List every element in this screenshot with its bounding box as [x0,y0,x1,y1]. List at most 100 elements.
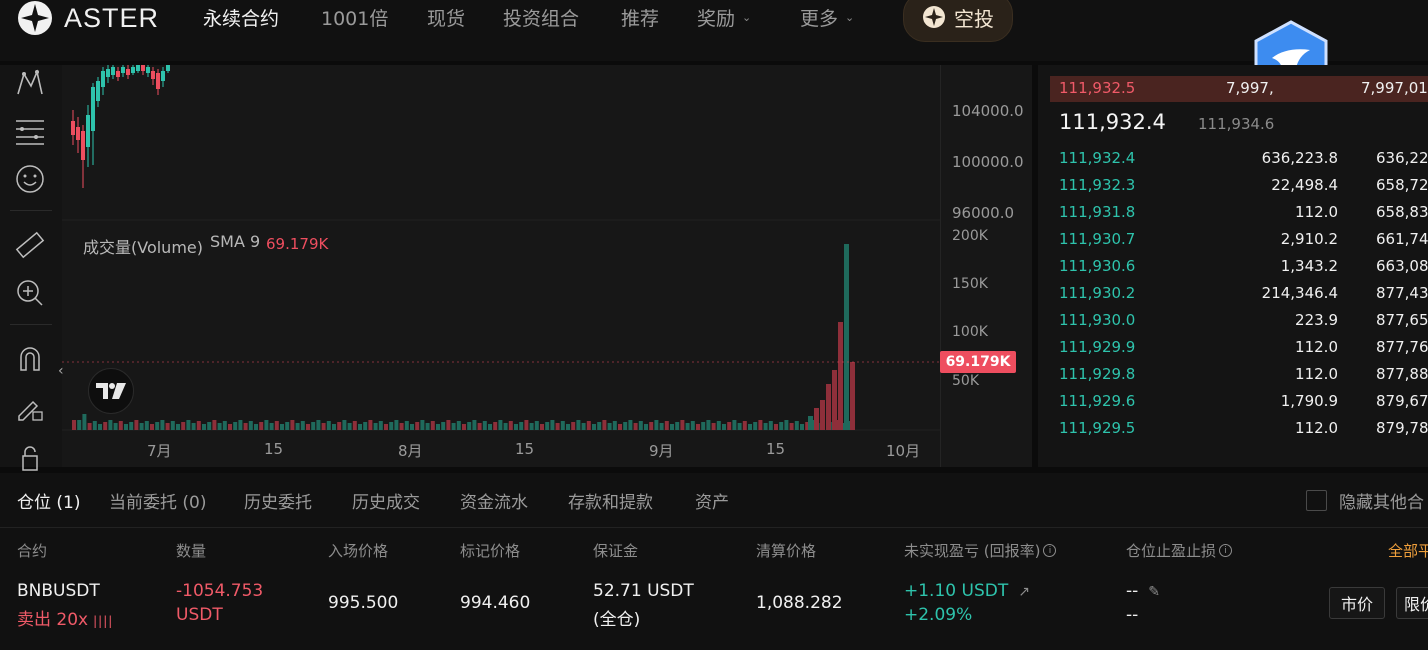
bid-row[interactable]: 111,929.8 112.0 877,88 [1059,361,1428,388]
position-margin-mode: (全仓) [593,610,641,630]
limit-close-button[interactable]: 限价 [1396,587,1428,619]
airdrop-label: 空投 [954,6,994,31]
bid-row[interactable]: 111,929.6 1,790.9 879,67 [1059,388,1428,415]
bid-row[interactable]: 111,932.4 636,223.8 636,22 [1059,145,1428,172]
volume-indicator-title[interactable]: 成交量(Volume) [83,234,203,258]
candle-body [86,115,90,147]
volume-bar [92,421,97,430]
chart-panel[interactable]: ‹ 104000.0 100000.0 96000.0 200K 150K 10… [0,65,1032,471]
tab-open-orders[interactable]: 当前委托 (0) [109,488,206,513]
volume-bar [529,423,534,430]
nav-referral[interactable]: 推荐 [621,4,659,31]
bid-row[interactable]: 111,929.9 112.0 877,76 [1059,334,1428,361]
magnet-tool[interactable] [12,341,48,377]
volume-bar [649,422,654,430]
nav-more-label: 更多 [800,8,839,30]
nav-rewards-label: 奖励 [697,8,736,30]
nav-1001x[interactable]: 1001倍 [321,4,388,31]
share-icon[interactable]: ↗ [1018,584,1030,600]
bid-row[interactable]: 111,930.6 1,343.2 663,08 [1059,253,1428,280]
bid-price: 111,932.4 [1059,149,1136,167]
bid-row[interactable]: 111,931.8 112.0 658,83 [1059,199,1428,226]
bid-row[interactable]: 111,930.2 214,346.4 877,43 [1059,280,1428,307]
fib-tool[interactable] [12,113,48,149]
bid-price: 111,929.9 [1059,338,1136,356]
bid-row[interactable]: 111,930.0 223.9 877,65 [1059,307,1428,334]
volume-bar [316,420,321,430]
close-all-button[interactable]: 全部平 [1388,540,1428,561]
fibonacci-icon [16,120,44,145]
hide-other-contracts[interactable]: 隐藏其他合 [1306,488,1424,513]
volume-bar [592,424,596,430]
bid-row[interactable]: 111,930.7 2,910.2 661,74 [1059,226,1428,253]
tab-deposits-withdrawals[interactable]: 存款和提款 [568,488,653,513]
volume-bar [332,424,336,430]
tradingview-logo-icon[interactable] [88,368,134,414]
candle-body [121,67,125,73]
volume-bar [722,424,726,430]
zoom-in-icon [17,280,43,306]
bid-amount: 112.0 [1295,365,1338,383]
volume-bar [290,420,295,430]
nav-more[interactable]: 更多 ⌄ [800,4,854,31]
bid-row[interactable]: 111,929.5 112.0 879,78 [1059,415,1428,442]
hide-others-checkbox[interactable] [1306,490,1327,511]
zoom-tool[interactable] [12,275,48,311]
bid-amount: 214,346.4 [1261,284,1338,302]
tab-positions[interactable]: 仓位 (1) [17,488,80,513]
volume-bar [519,422,524,430]
candle-body [166,65,170,71]
volume-bar [295,423,300,430]
nav-rewards[interactable]: 奖励 ⌄ [697,4,751,31]
position-symbol[interactable]: BNBUSDT [17,581,100,601]
info-icon[interactable]: i [1219,544,1233,557]
volume-bar [581,423,586,430]
volume-bar [280,424,284,430]
airdrop-button[interactable]: 空投 [903,0,1013,42]
position-quantity-unit: USDT [176,605,223,625]
bid-amount: 22,498.4 [1271,176,1338,194]
candlestick-chart[interactable] [62,65,940,467]
volume-bar [623,422,628,430]
volume-bar [753,422,758,430]
position-mark-price: 994.460 [460,593,531,613]
volume-bar [144,421,149,430]
lock-drawing-tool[interactable] [12,389,48,425]
volume-bar [814,408,819,430]
volume-bar [238,420,243,430]
candle-body [156,73,160,89]
volume-bar [789,423,794,430]
volume-current-tag: 69.179K [940,351,1016,373]
nav-portfolio[interactable]: 投资组合 [503,4,579,31]
tab-trade-history[interactable]: 历史成交 [352,488,420,513]
pattern-tool[interactable] [12,65,48,101]
emoji-tool[interactable] [12,161,48,197]
pencil-lock-icon [18,400,43,421]
volume-bar [212,420,217,430]
market-close-button[interactable]: 市价 [1329,587,1385,619]
volume-bar [368,420,373,430]
bid-row[interactable]: 111,932.3 22,498.4 658,72 [1059,172,1428,199]
brand-logo[interactable]: ASTER [16,0,159,36]
toolbar-divider [10,324,52,325]
bid-amount: 1,790.9 [1280,392,1338,410]
edit-icon[interactable]: ✎ [1148,584,1160,600]
info-icon[interactable]: i [1043,544,1057,557]
lock-tool[interactable] [12,439,48,475]
tab-funding[interactable]: 资金流水 [460,488,528,513]
nav-perpetual[interactable]: 永续合约 [203,4,279,31]
volume-bar [706,420,711,430]
volume-bar [425,423,430,430]
tab-assets[interactable]: 资产 [695,488,729,513]
ruler-tool[interactable] [12,227,48,263]
volume-bar [451,423,456,430]
col-tpsl-label: 仓位止盈止损 [1126,542,1217,560]
volume-bar [742,421,747,430]
nav-spot[interactable]: 现货 [427,4,465,31]
volume-bar [545,422,550,430]
tab-order-history[interactable]: 历史委托 [244,488,312,513]
col-pnl-label: 未实现盈亏 (回报率) [904,542,1041,560]
volume-bar [430,421,435,430]
volume-bar [597,422,602,430]
volume-bar [113,423,118,430]
